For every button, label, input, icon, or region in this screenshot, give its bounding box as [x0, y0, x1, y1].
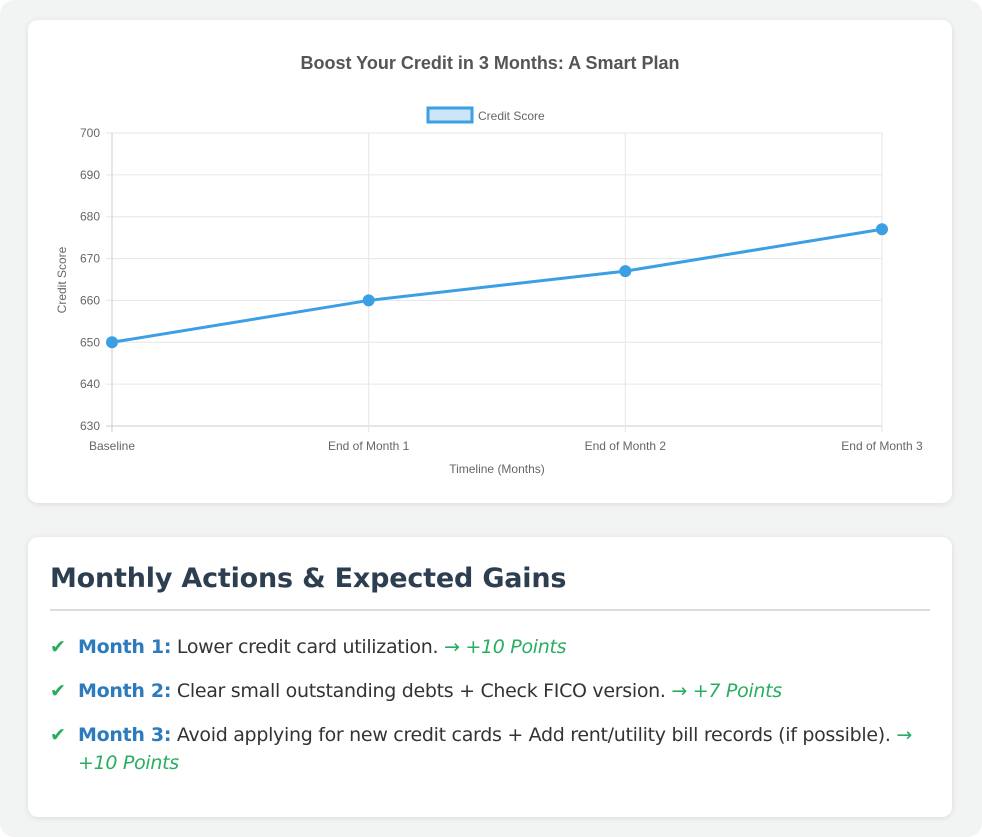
- y-axis-ticks: 630 640 650 660 670 680 690 700: [80, 126, 100, 433]
- y-axis-label: Credit Score: [55, 246, 69, 313]
- action-text: Avoid applying for new credit cards + Ad…: [171, 724, 897, 746]
- actions-title: Monthly Actions & Expected Gains: [50, 563, 567, 594]
- action-item-month-2: ✔ Month 2: Clear small outstanding debts…: [50, 677, 930, 705]
- legend-swatch: [426, 106, 474, 124]
- data-point[interactable]: [106, 336, 118, 349]
- y-tick-label: 640: [80, 377, 100, 391]
- data-point[interactable]: [619, 265, 632, 278]
- x-axis-label: Timeline (Months): [449, 462, 545, 476]
- x-tick-label: End of Month 2: [585, 439, 667, 453]
- month-label: Month 3:: [78, 724, 172, 746]
- y-tick-label: 670: [80, 252, 100, 266]
- legend-label: Credit Score: [478, 109, 545, 123]
- y-tick-label: 700: [80, 126, 100, 140]
- month-label: Month 2:: [78, 680, 172, 702]
- series-line-credit-score: [111, 227, 883, 344]
- y-tick-label: 630: [80, 419, 100, 433]
- y-tick-label: 650: [80, 335, 100, 349]
- check-icon: ✔: [50, 680, 66, 702]
- chart-title: Boost Your Credit in 3 Months: A Smart P…: [300, 53, 679, 73]
- x-tick-label: Baseline: [89, 439, 135, 453]
- y-tick-label: 660: [80, 293, 100, 307]
- action-item-month-1: ✔ Month 1: Lower credit card utilization…: [50, 633, 930, 661]
- data-point[interactable]: [362, 294, 375, 307]
- month-label: Month 1:: [78, 636, 172, 658]
- page-background: Boost Your Credit in 3 Months: A Smart P…: [0, 0, 982, 837]
- action-text: Lower credit card utilization.: [171, 636, 444, 658]
- chart-card: Boost Your Credit in 3 Months: A Smart P…: [28, 20, 952, 503]
- check-icon: ✔: [50, 724, 66, 746]
- credit-score-chart: Boost Your Credit in 3 Months: A Smart P…: [55, 53, 923, 476]
- check-icon: ✔: [50, 636, 66, 658]
- gain-text: → +10 Points: [443, 636, 567, 658]
- action-text: Clear small outstanding debts + Check FI…: [171, 680, 672, 702]
- actions-card: Monthly Actions & Expected Gains ✔ Month…: [28, 537, 952, 817]
- title-divider: [50, 609, 930, 611]
- x-axis-ticks: Baseline End of Month 1 End of Month 2 End …: [89, 439, 923, 453]
- chart-grid: [106, 132, 883, 432]
- action-item-month-3: ✔ Month 3: Avoid applying for new credit…: [50, 721, 930, 777]
- gain-text: → +7 Points: [671, 680, 782, 702]
- legend[interactable]: Credit Score: [426, 106, 545, 124]
- y-tick-label: 680: [80, 210, 100, 224]
- y-tick-label: 690: [80, 168, 100, 182]
- x-tick-label: End of Month 3: [841, 439, 923, 453]
- actions-list: ✔ Month 1: Lower credit card utilization…: [50, 633, 930, 793]
- data-point[interactable]: [876, 223, 888, 236]
- x-tick-label: End of Month 1: [328, 439, 410, 453]
